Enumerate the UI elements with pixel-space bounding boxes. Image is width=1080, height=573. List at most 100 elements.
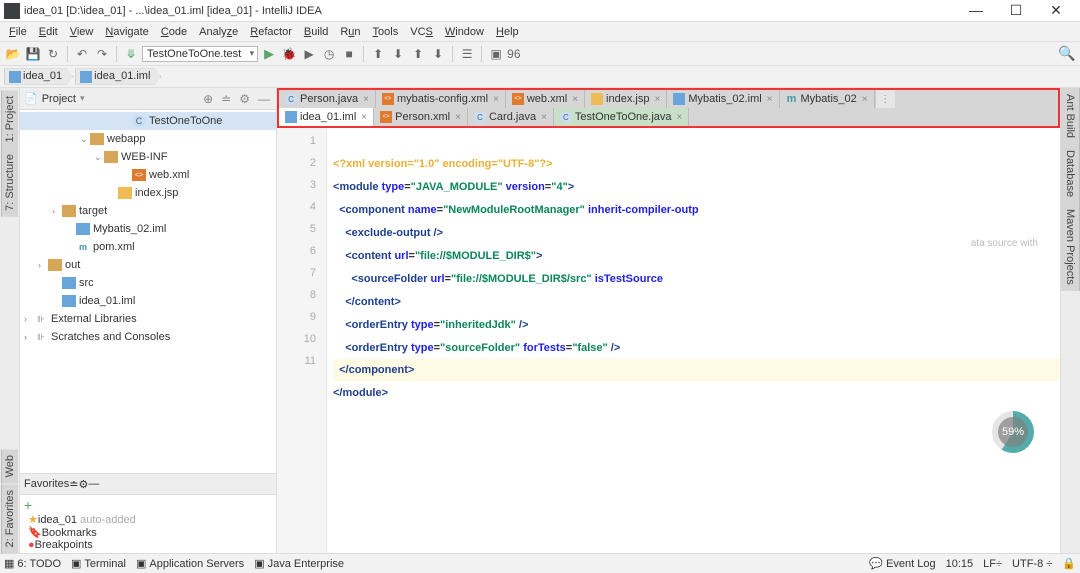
- tree-node[interactable]: ›⊪External Libraries: [20, 310, 276, 328]
- tree-node[interactable]: ›target: [20, 202, 276, 220]
- fav-item[interactable]: ★idea_01 auto-added: [20, 513, 276, 526]
- coverage-icon[interactable]: ▶: [300, 45, 318, 63]
- close-tab-icon[interactable]: ×: [767, 94, 773, 105]
- open-icon[interactable]: 📂: [4, 45, 22, 63]
- tree-node[interactable]: src: [20, 274, 276, 292]
- right-tab-database[interactable]: Database: [1061, 144, 1080, 203]
- menu-code[interactable]: Code: [156, 26, 192, 38]
- code-area[interactable]: 1234567891011 <?xml version="1.0" encodi…: [277, 128, 1060, 553]
- breadcrumb-1[interactable]: idea_01.iml: [75, 68, 161, 84]
- tree-node[interactable]: ⌄WEB-INF: [20, 148, 276, 166]
- status-eventlog[interactable]: 💬Event Log: [869, 557, 935, 570]
- editor-tab[interactable]: idea_01.iml×: [279, 108, 374, 126]
- hide-icon[interactable]: —: [256, 92, 272, 106]
- fav-item[interactable]: 🔖Bookmarks: [20, 526, 276, 539]
- close-tab-icon[interactable]: ×: [361, 112, 367, 123]
- left-tab-favorites[interactable]: 2: Favorites: [1, 484, 18, 553]
- save-icon[interactable]: 💾: [24, 45, 42, 63]
- collapse-icon[interactable]: ≐: [219, 92, 233, 106]
- menu-edit[interactable]: Edit: [34, 26, 63, 38]
- status-appservers[interactable]: ▣Application Servers: [136, 557, 244, 570]
- tree-node[interactable]: mpom.xml: [20, 238, 276, 256]
- tool2-icon[interactable]: ⬇: [389, 45, 407, 63]
- status-todo[interactable]: ▦6: TODO: [4, 557, 61, 570]
- editor-tab[interactable]: TestOneToOne.java×: [554, 108, 689, 126]
- editor-tab[interactable]: Person.java×: [279, 90, 376, 108]
- tree-node[interactable]: ›⊪Scratches and Consoles: [20, 328, 276, 346]
- redo-icon[interactable]: ↷: [93, 45, 111, 63]
- menu-refactor[interactable]: Refactor: [245, 26, 297, 38]
- editor-tab[interactable]: Card.java×: [468, 108, 554, 126]
- tree-node[interactable]: idea_01.iml: [20, 292, 276, 310]
- left-tab-project[interactable]: 1: Project: [1, 90, 18, 148]
- menu-run[interactable]: Run: [335, 26, 365, 38]
- editor-tab[interactable]: Person.xml×: [374, 108, 468, 126]
- menu-window[interactable]: Window: [440, 26, 489, 38]
- editor-tab[interactable]: web.xml×: [506, 90, 585, 108]
- fav-tool1-icon[interactable]: ≐: [69, 478, 78, 491]
- status-lineending[interactable]: LF÷: [983, 558, 1002, 570]
- tree-node[interactable]: ›out: [20, 256, 276, 274]
- search-icon[interactable]: 🔍: [1058, 45, 1076, 63]
- fav-item[interactable]: ●Breakpoints: [20, 539, 276, 551]
- tool7-label[interactable]: 96: [507, 45, 520, 63]
- status-encoding[interactable]: UTF-8 ÷: [1012, 558, 1052, 570]
- fav-gear-icon[interactable]: ⚙: [78, 478, 88, 491]
- close-tab-icon[interactable]: ×: [862, 94, 868, 105]
- close-tab-icon[interactable]: ×: [455, 112, 461, 123]
- right-tab-maven[interactable]: Maven Projects: [1061, 203, 1080, 291]
- editor-tab[interactable]: index.jsp×: [585, 90, 667, 108]
- run-config-combo[interactable]: TestOneToOne.test: [142, 46, 258, 62]
- tree-node[interactable]: ⌄webapp: [20, 130, 276, 148]
- editor-tab[interactable]: mMybatis_02×: [780, 90, 875, 108]
- project-tree[interactable]: CTestOneToOne⌄webapp⌄WEB-INFweb.xmlindex…: [20, 110, 276, 473]
- maximize-button[interactable]: ☐: [996, 2, 1036, 19]
- close-tab-icon[interactable]: ×: [677, 112, 683, 123]
- menu-navigate[interactable]: Navigate: [100, 26, 153, 38]
- editor-tab[interactable]: Mybatis_02.iml×: [667, 90, 779, 108]
- left-tab-structure[interactable]: 7: Structure: [1, 148, 18, 217]
- profile-icon[interactable]: ◷: [320, 45, 338, 63]
- fav-hide-icon[interactable]: —: [88, 478, 99, 490]
- menu-help[interactable]: Help: [491, 26, 524, 38]
- menu-view[interactable]: View: [65, 26, 99, 38]
- run-icon[interactable]: ▶: [260, 45, 278, 63]
- status-javae[interactable]: ▣Java Enterprise: [254, 557, 344, 570]
- tool3-icon[interactable]: ⬆: [409, 45, 427, 63]
- tree-node[interactable]: web.xml: [20, 166, 276, 184]
- close-tab-icon[interactable]: ×: [654, 94, 660, 105]
- close-tab-icon[interactable]: ×: [541, 112, 547, 123]
- menu-vcs[interactable]: VCS: [405, 26, 438, 38]
- code-content[interactable]: <?xml version="1.0" encoding="UTF-8"?> <…: [327, 128, 1060, 553]
- menu-file[interactable]: File: [4, 26, 32, 38]
- minimize-button[interactable]: —: [956, 2, 996, 19]
- close-tab-icon[interactable]: ×: [493, 94, 499, 105]
- tree-node[interactable]: CTestOneToOne: [20, 112, 276, 130]
- tool5-icon[interactable]: ☰: [458, 45, 476, 63]
- refresh-icon[interactable]: ↻: [44, 45, 62, 63]
- close-button[interactable]: ✕: [1036, 2, 1076, 19]
- close-tab-icon[interactable]: ×: [572, 94, 578, 105]
- tree-node[interactable]: index.jsp: [20, 184, 276, 202]
- menu-build[interactable]: Build: [299, 26, 333, 38]
- close-tab-icon[interactable]: ×: [363, 94, 369, 105]
- tool6-icon[interactable]: ▣: [487, 45, 505, 63]
- tool1-icon[interactable]: ⬆: [369, 45, 387, 63]
- debug-icon[interactable]: 🐞: [280, 45, 298, 63]
- tool4-icon[interactable]: ⬇: [429, 45, 447, 63]
- editor-tab[interactable]: mybatis-config.xml×: [376, 90, 506, 108]
- build-icon[interactable]: ⤋: [122, 45, 140, 63]
- status-terminal[interactable]: ▣Terminal: [71, 557, 126, 570]
- left-tab-web[interactable]: Web: [1, 449, 18, 483]
- stop-icon[interactable]: ■: [340, 45, 358, 63]
- target-icon[interactable]: ⊕: [201, 92, 215, 106]
- dropdown-icon[interactable]: ▾: [80, 93, 85, 104]
- tree-node[interactable]: Mybatis_02.iml: [20, 220, 276, 238]
- menu-tools[interactable]: Tools: [368, 26, 404, 38]
- status-lock-icon[interactable]: 🔒: [1062, 557, 1076, 570]
- tab-overflow[interactable]: ⋮: [875, 90, 895, 108]
- undo-icon[interactable]: ↶: [73, 45, 91, 63]
- fav-add[interactable]: +: [20, 497, 276, 513]
- right-tab-ant[interactable]: Ant Build: [1061, 88, 1080, 144]
- gear-icon[interactable]: ⚙: [237, 92, 252, 106]
